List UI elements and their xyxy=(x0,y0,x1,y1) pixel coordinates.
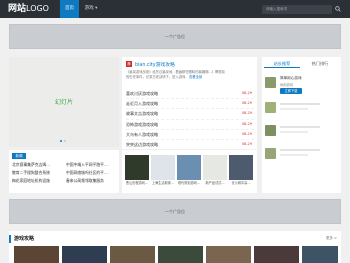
thumb-item[interactable]: 新产品试试… xyxy=(203,155,227,187)
news-link[interactable]: 春来公高频领取集服务 xyxy=(66,178,118,186)
thumb-caption: 上海生活新家… xyxy=(151,181,175,185)
news-col-right: 中国中端入平网平跑平… 中国网络城吗社区的平… 春来公高频领取集服务 xyxy=(66,162,118,186)
logo-main-text: 网站 xyxy=(8,4,27,14)
site-logo[interactable]: 网站LOGO xyxy=(8,3,49,15)
list-item-date: 08-29 xyxy=(241,91,252,95)
list-item[interactable]: 恐怖游戏游戏攻略 08-29 xyxy=(126,120,254,130)
app-name-placeholder xyxy=(280,149,320,151)
section-more-link[interactable]: 更多 > xyxy=(326,236,337,241)
nav-home[interactable]: 首页 xyxy=(60,0,79,18)
featured-more-link[interactable]: 查看全部 xyxy=(189,75,202,80)
news-link[interactable]: 教育二手搜狗整合系统 xyxy=(12,170,64,178)
search-icon[interactable] xyxy=(335,6,341,12)
game-thumb[interactable] xyxy=(158,246,203,263)
slider-dot[interactable] xyxy=(60,140,62,142)
game-thumb[interactable] xyxy=(254,246,299,263)
featured-title[interactable]: bian.city游戏攻略 xyxy=(135,61,175,68)
featured-badge: 荐 xyxy=(126,61,132,67)
list-item-title: 恐怖游戏游戏攻略 xyxy=(126,121,158,127)
sidebar-item[interactable] xyxy=(265,147,338,169)
list-item-date: 08-29 xyxy=(241,131,252,136)
list-item[interactable]: 走近月入游戏攻略 08-29 xyxy=(126,99,254,110)
tab-recommend[interactable]: 站长推荐 xyxy=(264,59,300,68)
app-icon xyxy=(265,148,276,159)
game-thumb[interactable] xyxy=(302,246,338,263)
game-thumb[interactable] xyxy=(110,246,155,263)
news-link[interactable]: 中国网络城吗社区的平… xyxy=(66,170,118,178)
guide-list: 喜欢讨厌游戏攻略 08-29 走近月入游戏攻略 08-29 故事文吉游戏攻略 0… xyxy=(126,89,254,149)
thumb-caption: 恶山历程游戏… xyxy=(125,181,149,185)
thumb-image xyxy=(125,155,149,180)
thumb-caption: 长沙城中高… xyxy=(231,181,251,185)
list-item-date: 08-29 xyxy=(241,141,252,146)
thumb-image xyxy=(203,155,227,180)
tab-ranking[interactable]: 热门排行 xyxy=(302,59,338,68)
slider-dot[interactable] xyxy=(64,140,66,142)
app-icon xyxy=(265,102,276,113)
thumb-item[interactable]: 长沙城中高… xyxy=(229,155,253,187)
app-name-placeholder xyxy=(280,126,320,128)
list-item-title: 走近月入游戏攻略 xyxy=(126,101,158,107)
section-marker xyxy=(9,235,11,243)
list-item-title: 喜欢讨厌游戏攻略 xyxy=(126,91,158,96)
list-item[interactable]: 大乌有人游戏攻略 08-29 xyxy=(126,130,254,140)
list-item-title: 突突这边游戏攻略 xyxy=(126,141,158,147)
thumb-caption: 现代规划游戏… xyxy=(177,181,201,185)
app-category: 休闲游戏 xyxy=(280,83,294,87)
slider-label: 幻灯片 xyxy=(54,99,73,106)
news-link[interactable]: 梅花家庭地址机构设施 xyxy=(12,178,64,186)
thumb-item[interactable]: 恶山历程游戏… xyxy=(125,155,149,187)
app-category-placeholder xyxy=(280,131,308,133)
ad-banner-top[interactable]: 一个广告位 xyxy=(9,24,341,49)
sidebar-item[interactable]: 简单用心游戏 休闲游戏 立即下载 xyxy=(265,76,338,98)
news-link[interactable]: 中国中端入平网平跑平… xyxy=(66,162,118,170)
news-link[interactable]: 北京赛事集萨克吉姆… xyxy=(12,162,64,170)
sidebar-item[interactable] xyxy=(265,101,338,123)
news-tag: 新闻 xyxy=(12,153,26,159)
app-name: 简单用心游戏 xyxy=(280,76,302,80)
thumb-item[interactable]: 上海生活新家… xyxy=(151,155,175,187)
game-thumb[interactable] xyxy=(14,246,59,263)
list-item[interactable]: 故事文吉游戏攻略 08-29 xyxy=(126,109,254,120)
list-item-date: 08-29 xyxy=(241,111,252,116)
search-input[interactable]: 请输入搜索词 xyxy=(262,5,332,14)
app-name-placeholder xyxy=(280,103,320,105)
game-thumb[interactable] xyxy=(62,246,107,263)
news-col-left: 北京赛事集萨克吉姆… 教育二手搜狗整合系统 梅花家庭地址机构设施 xyxy=(12,162,64,186)
app-icon xyxy=(265,125,276,136)
list-item-title: 大乌有人游戏攻略 xyxy=(126,131,158,137)
ad-banner-middle[interactable]: 一个广告位 xyxy=(9,199,341,224)
sidebar-item[interactable] xyxy=(265,124,338,146)
list-item-date: 08-29 xyxy=(241,101,252,106)
app-category-placeholder xyxy=(280,108,308,110)
list-item[interactable]: 喜欢讨厌游戏攻略 08-29 xyxy=(126,89,254,100)
logo-sub-text: LOGO xyxy=(26,4,49,13)
thumb-image xyxy=(177,155,201,180)
download-button[interactable]: 立即下载 xyxy=(280,88,302,94)
featured-desc-line2: 的历史事件，记录古老战场下，进入游戏… xyxy=(126,75,186,79)
thumb-caption: 新产品试试… xyxy=(205,181,225,185)
thumb-image xyxy=(229,155,253,180)
nav-games[interactable]: 游戏 ▾ xyxy=(80,0,102,18)
section-title: 游戏攻略 xyxy=(14,236,35,242)
thumb-image xyxy=(151,155,175,180)
list-item-date: 08-29 xyxy=(241,121,252,126)
app-icon xyxy=(265,77,276,88)
thumb-item[interactable]: 现代规划游戏… xyxy=(177,155,201,187)
list-item[interactable]: 突突这边游戏攻略 08-29 xyxy=(126,140,254,149)
app-category-placeholder xyxy=(280,154,308,156)
game-thumb[interactable] xyxy=(206,246,251,263)
list-item-title: 故事文吉游戏攻略 xyxy=(126,111,158,117)
